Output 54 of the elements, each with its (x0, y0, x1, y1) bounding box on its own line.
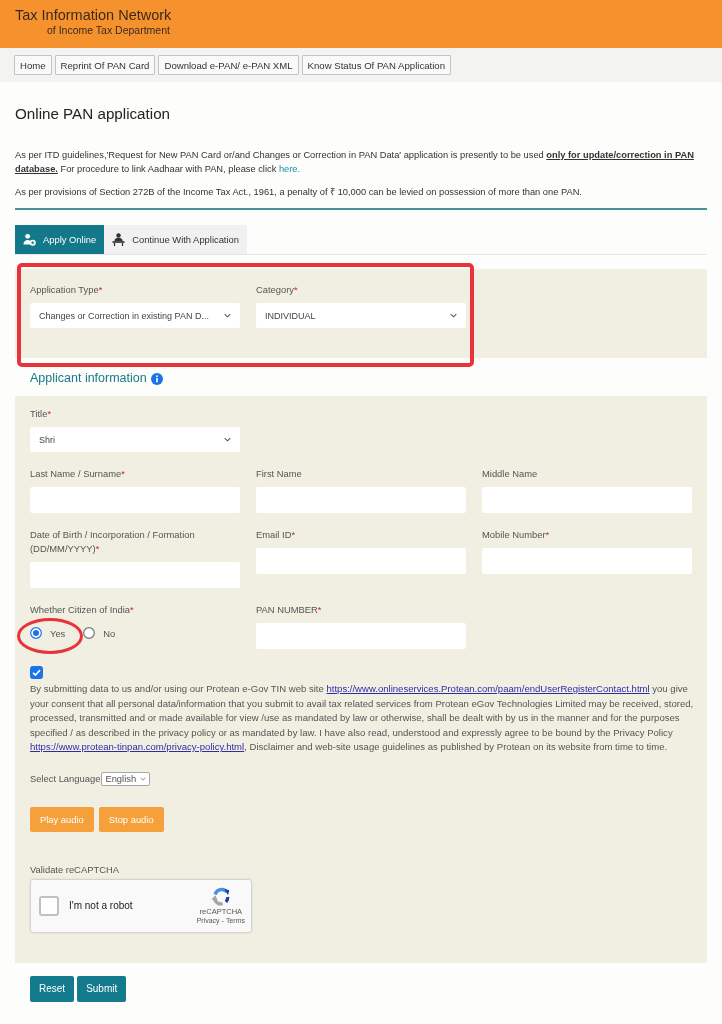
chevron-down-icon (224, 313, 231, 318)
circular-arrows-icon (209, 886, 232, 907)
radio-option[interactable]: Yes (30, 627, 66, 639)
language-dropdown[interactable]: English (101, 771, 151, 786)
field-label: Last Name / Surname* (30, 467, 125, 481)
tab[interactable]: Continue With Application (104, 225, 247, 254)
field-label: Middle Name (482, 467, 538, 481)
nav-button[interactable]: Download e-PAN/ e-PAN XML (158, 55, 299, 75)
field-label: Category* (256, 283, 298, 297)
user-add-icon (23, 233, 36, 246)
nav-button[interactable]: Know Status Of PAN Application (301, 55, 451, 75)
section-heading: Applicant information (30, 371, 147, 386)
input-field[interactable] (482, 487, 692, 513)
nav-button[interactable]: Home (14, 55, 52, 75)
field-label: Email ID* (256, 528, 296, 542)
chevron-down-icon (450, 313, 457, 318)
header-subtitle: of Income Tax Department (47, 24, 170, 37)
input-field[interactable] (256, 548, 466, 574)
field-label: Whether Citizen of India* (30, 603, 134, 617)
chevron-down-icon (224, 437, 231, 442)
checkbox[interactable] (39, 895, 59, 916)
url-link[interactable]: https://www.onlineservices.Protean.com/paam/endUserRegisterContact.html (326, 683, 650, 694)
nav-button[interactable]: Reprint Of PAN Card (54, 55, 156, 75)
field-label: Select Language (30, 771, 101, 786)
field-label: Validate reCAPTCHA (30, 862, 120, 877)
field-label: Mobile Number* (482, 528, 550, 542)
field-label: Application Type* (30, 283, 103, 297)
person-desk-icon (112, 233, 126, 246)
captcha-label: I'm not a robot (69, 900, 133, 911)
info-icon[interactable] (150, 372, 163, 385)
dropdown[interactable]: Shri (30, 427, 240, 452)
chevron-down-icon (140, 776, 147, 781)
page-title: Online PAN application (15, 104, 172, 124)
field-label: First Name (256, 467, 302, 481)
checkbox[interactable] (30, 666, 43, 679)
notice-text: As per provisions of Section 272B of the Income Tax Act., 1961, a penalty of ₹ 10,000 can be levied on possession of more than one PAN. (15, 186, 583, 199)
text-link[interactable]: here. (278, 164, 301, 174)
input-field[interactable] (256, 623, 466, 649)
form-button[interactable]: Reset (30, 975, 75, 1002)
field-label: Title* (30, 407, 52, 421)
input-field[interactable] (30, 562, 240, 588)
form-button[interactable]: Submit (77, 975, 127, 1002)
tab[interactable]: Apply Online (15, 225, 105, 254)
input-field[interactable] (482, 548, 692, 574)
input-field[interactable] (256, 487, 466, 513)
dropdown[interactable]: Changes or Correction in existing PAN D... (30, 303, 240, 328)
dropdown[interactable]: INDIVIDUAL (256, 303, 466, 328)
header-title: Tax Information Network (15, 6, 172, 24)
field-label: Date of Birth / Incorporation / Formation (DD/MM/YYYY)* (30, 528, 196, 556)
field-label: PAN NUMBER* (256, 603, 322, 617)
radio-option[interactable]: No (83, 627, 116, 639)
input-field[interactable] (30, 487, 240, 513)
consent-text: By submitting data to us and/or using our Protean e-Gov TIN web site https://www.onlineservices.Protean.com/paam/endUserRegisterContact.html you give your consent that all personal data/information that you submit to avail tax related services from Protean eGov Technologies Limited may be received, stored, processed, transmitted and or made available for view /use as mandated by law or otherwise, shall be dealt with by us in the manner and for the purposes specified / as described in the privacy policy or as mandated by law. I have also read, understood and expressly agree to be bound by the Privacy Policy https://www.protean-tinpan.com/privacy-policy.html, Disclaimer and web-site usage guidelines as published by Protean on its website from time to time. (30, 682, 694, 754)
notice-text: As per ITD guidelines,'Request for New PAN Card or/and Changes or Correction in PAN Data' application is presently to be used only for update/correction in PAN database. For procedure to link Aadhaar with PAN, please click here. (15, 149, 695, 176)
